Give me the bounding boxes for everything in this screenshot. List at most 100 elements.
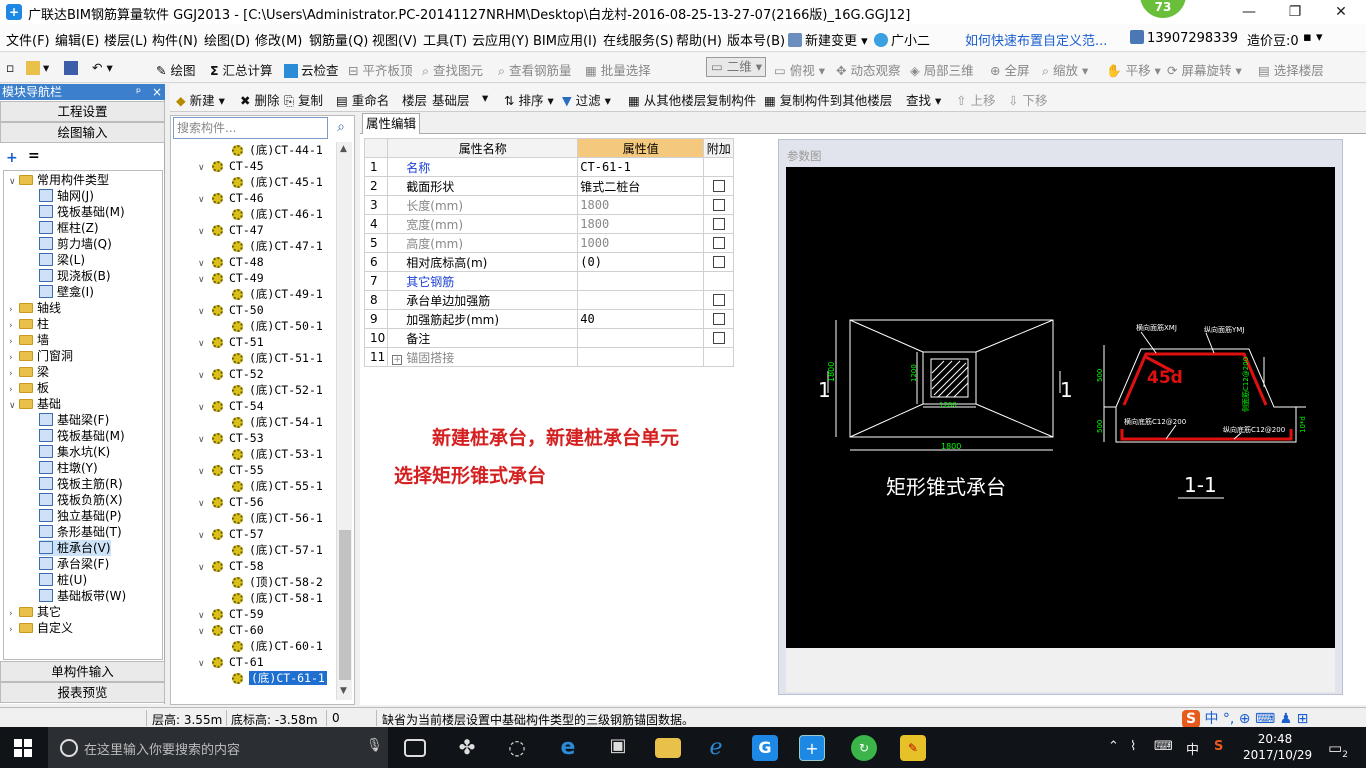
component-list-item[interactable]: (底)CT-51-1	[232, 350, 323, 366]
dynamic-view-button[interactable]: ✥ 动态观察	[836, 60, 900, 79]
tree-folder[interactable]: › 其它	[9, 604, 61, 620]
component-list-item[interactable]: ∨ CT-48	[198, 254, 264, 270]
component-list-item[interactable]: (底)CT-53-1	[232, 446, 323, 462]
list-toggle-icon[interactable]: ∨	[198, 464, 212, 480]
property-row[interactable]: 5 高度(mm) 1000	[363, 233, 735, 253]
component-list-item[interactable]: ∨ CT-51	[198, 334, 264, 350]
menu-rebar-qty[interactable]: 钢筋量(Q)	[309, 30, 368, 49]
scroll-up-icon[interactable]: ▲	[340, 144, 347, 154]
tree-item[interactable]: 筏板基础(M)	[39, 204, 125, 220]
expand-icon[interactable]: +	[392, 354, 403, 365]
component-list-item[interactable]: (底)CT-56-1	[232, 510, 323, 526]
scroll-down-icon[interactable]: ▼	[340, 686, 347, 696]
component-list-item[interactable]: ∨ CT-57	[198, 526, 264, 542]
ime-toolbar[interactable]: S 中 °, ⊕ ⌨ ♟ ⊞	[1182, 708, 1308, 728]
list-toggle-icon[interactable]: ∨	[198, 272, 212, 288]
price-beans[interactable]: 造价豆:0	[1247, 30, 1299, 49]
tree-item[interactable]: 现浇板(B)	[39, 268, 111, 284]
new-file-icon[interactable]: ▫	[6, 60, 14, 75]
task-view-icon[interactable]	[404, 739, 426, 757]
component-list-item[interactable]: ∨ CT-47	[198, 222, 264, 238]
property-value-field[interactable]: (0)	[577, 252, 705, 272]
component-list-item[interactable]: (底)CT-55-1	[232, 478, 323, 494]
copy-from-floor-button[interactable]: ▦ 从其他楼层复制构件	[628, 90, 756, 109]
save-icon[interactable]	[64, 60, 81, 75]
maximize-button[interactable]: ❐	[1272, 0, 1318, 24]
search-icon[interactable]: ⌕	[330, 117, 352, 139]
green-app-icon[interactable]: ↻	[851, 735, 877, 761]
floor-select[interactable]: 基础层 ▾	[432, 90, 492, 109]
filter-button[interactable]: ▼ 过滤 ▾	[562, 90, 611, 109]
property-value-field[interactable]: 40	[577, 309, 705, 329]
move-up-button[interactable]: ⇧ 上移	[956, 90, 995, 109]
menu-floor[interactable]: 楼层(L)	[104, 30, 147, 49]
component-list-item[interactable]: (底)CT-60-1	[232, 638, 323, 654]
property-value-field[interactable]: CT-61-1	[577, 157, 705, 177]
component-list-item[interactable]: (底)CT-61-1	[232, 670, 327, 686]
component-list-item[interactable]: (底)CT-45-1	[232, 174, 323, 190]
property-row[interactable]: 2 截面形状 锥式二桩台	[363, 176, 735, 196]
draw-button[interactable]: ✎ 绘图	[156, 60, 195, 79]
property-value-field[interactable]	[577, 347, 705, 367]
tree-toggle-icon[interactable]: ›	[9, 622, 19, 638]
property-value-field[interactable]: 1800	[577, 214, 705, 234]
tree-folder[interactable]: ∨ 常用构件类型	[9, 172, 109, 188]
find-element-button[interactable]: ⌕ 查找图元	[422, 60, 483, 79]
local-3d-button[interactable]: ◈ 局部三维	[910, 60, 974, 79]
microphone-icon[interactable]: 🎙	[366, 738, 383, 753]
rotate-button[interactable]: ⟳ 屏幕旋转 ▾	[1167, 60, 1242, 79]
find-button[interactable]: 查找 ▾	[906, 90, 941, 109]
user-account[interactable]: 13907298339	[1130, 30, 1238, 46]
glodon-g-icon[interactable]: G	[752, 735, 778, 761]
panel-close-icon[interactable]: ×	[152, 84, 162, 100]
tree-item[interactable]: 轴网(J)	[39, 188, 94, 204]
edge-browser-icon[interactable]: e	[555, 735, 581, 761]
pin-icon[interactable]: ᵖ	[136, 84, 141, 100]
file-explorer-icon[interactable]	[655, 738, 681, 758]
property-value-field[interactable]: 1000	[577, 233, 705, 253]
extra-checkbox[interactable]	[712, 199, 725, 211]
tree-item[interactable]: 壁龛(I)	[39, 284, 94, 300]
store-icon[interactable]: ▣	[605, 735, 631, 761]
select-floor-button[interactable]: ▤ 选择楼层	[1258, 60, 1324, 79]
component-list-item[interactable]: (底)CT-47-1	[232, 238, 323, 254]
property-row[interactable]: 3 长度(mm) 1800	[363, 195, 735, 215]
single-input-button[interactable]: 单构件输入	[0, 661, 165, 682]
component-list-item[interactable]: ∨ CT-52	[198, 366, 264, 382]
property-row[interactable]: 7 其它钢筋	[363, 271, 735, 291]
open-folder-icon[interactable]: ▾	[26, 60, 49, 75]
extra-checkbox[interactable]	[712, 237, 725, 249]
list-toggle-icon[interactable]: ∨	[198, 304, 212, 320]
new-change-button[interactable]: 新建变更 ▾	[788, 30, 868, 49]
extra-checkbox[interactable]	[712, 313, 725, 325]
tree-item[interactable]: 剪力墙(Q)	[39, 236, 112, 252]
property-value-field[interactable]	[577, 271, 705, 291]
component-list-item[interactable]: (底)CT-57-1	[232, 542, 323, 558]
tree-item[interactable]: 柱墩(Y)	[39, 460, 98, 476]
menu-cloud[interactable]: 云应用(Y)	[472, 30, 529, 49]
extra-checkbox[interactable]	[712, 218, 725, 230]
tree-item[interactable]: 框柱(Z)	[39, 220, 99, 236]
top-view-button[interactable]: ▭ 俯视 ▾	[774, 60, 825, 79]
move-down-button[interactable]: ⇩ 下移	[1008, 90, 1047, 109]
component-list-item[interactable]: (底)CT-49-1	[232, 286, 323, 302]
component-list-item[interactable]: (底)CT-50-1	[232, 318, 323, 334]
tree-toggle-icon[interactable]: ∨	[9, 398, 19, 414]
component-list-item[interactable]: ∨ CT-60	[198, 622, 264, 638]
assistant-button[interactable]: 广小二	[874, 30, 930, 49]
windows-start-icon[interactable]	[14, 739, 32, 757]
keyboard-icon[interactable]: ⌨	[1154, 739, 1173, 754]
list-toggle-icon[interactable]: ∨	[198, 624, 212, 640]
list-toggle-icon[interactable]: ∨	[198, 656, 212, 672]
property-row[interactable]: 4 宽度(mm) 1800	[363, 214, 735, 234]
component-list-item[interactable]: (底)CT-44-1	[232, 142, 323, 158]
component-list-item[interactable]: (底)CT-52-1	[232, 382, 323, 398]
flush-top-button[interactable]: ⊟ 平齐板顶	[348, 60, 412, 79]
component-list-item[interactable]: (底)CT-58-1	[232, 590, 323, 606]
collapse-all-icon[interactable]: =	[28, 148, 40, 164]
fullscreen-button[interactable]: ⊕ 全屏	[990, 60, 1029, 79]
tree-item[interactable]: 梁(L)	[39, 252, 85, 268]
component-list-item[interactable]: ∨ CT-59	[198, 606, 264, 622]
component-list-item[interactable]: ∨ CT-61	[198, 654, 264, 670]
extra-checkbox[interactable]	[712, 294, 725, 306]
